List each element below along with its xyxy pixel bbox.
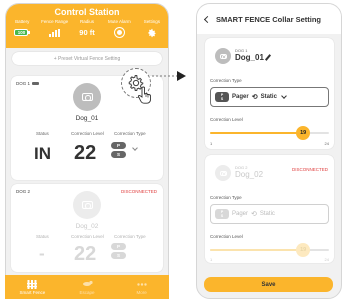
correction-type-select: PS Pager ⟲ Static	[210, 204, 329, 224]
page-title: Control Station	[54, 7, 120, 17]
type-text: Pager	[232, 211, 249, 217]
slider-min: 1	[210, 141, 213, 146]
control-station-screen: Control Station Battery 100 Fence Range	[5, 3, 169, 299]
settings-label: Settings	[143, 19, 160, 24]
fence-range-label: Fence Range	[41, 19, 69, 24]
correction-level-label: Correction Level	[210, 117, 243, 122]
disconnected-badge: DISCONNECTED	[291, 167, 328, 172]
dog-name[interactable]: Dog_01	[235, 53, 271, 62]
status-bar: Battery 100 Fence Range Radius 90 ft Mut…	[6, 19, 168, 38]
swap-icon: ⟲	[251, 94, 258, 101]
slider-fill	[210, 249, 304, 251]
edit-pencil-icon[interactable]	[264, 54, 271, 61]
collar-card: DOG 2 Dog_02 DISCONNECTED Correction Typ…	[205, 155, 334, 263]
chevron-down-icon	[281, 93, 287, 99]
correction-type-label: Correction Type	[210, 78, 242, 83]
settings-stat[interactable]: Settings	[136, 19, 168, 38]
dog-photo[interactable]	[215, 165, 231, 181]
correction-level-slider: 19	[210, 243, 329, 257]
dog-name-text: Dog_02	[235, 170, 264, 179]
dog-name: Dog_02	[235, 170, 263, 179]
camera-icon	[219, 170, 227, 177]
mute-alarm-label: Mute Alarm	[108, 19, 131, 24]
collar-setting-header: SMART FENCE Collar Setting	[197, 4, 341, 34]
type-mode: Static	[260, 94, 277, 100]
camera-icon	[219, 53, 227, 60]
battery-value: 100	[14, 29, 29, 36]
collar-setting-screen: SMART FENCE Collar Setting DOG 1 Dog_01 …	[196, 3, 342, 299]
type-mode: Static	[259, 211, 275, 217]
save-button[interactable]: Save	[204, 277, 333, 292]
slider-thumb[interactable]: 19	[296, 126, 311, 140]
page-title: SMART FENCE Collar Setting	[216, 14, 322, 24]
pager-static-chip-icon: PS	[215, 209, 229, 219]
radius-value: 90 ft	[79, 28, 95, 37]
dog-photo[interactable]	[215, 48, 231, 64]
slider-thumb: 19	[296, 243, 311, 257]
tap-hand-icon	[138, 86, 151, 104]
pager-static-chip-icon: PS	[215, 92, 229, 102]
swap-icon: ⟲	[251, 211, 257, 218]
radius-stat: Radius 90 ft	[71, 19, 103, 38]
signal-bars-icon	[49, 28, 61, 37]
correction-level-slider[interactable]: 19	[210, 126, 329, 140]
slider-max: 24	[324, 257, 329, 262]
collar-card: DOG 1 Dog_01 Correction Type PS Pager ⟲ …	[205, 38, 334, 149]
tutorial-figure: Control Station Battery 100 Fence Range	[0, 0, 346, 302]
correction-type-select[interactable]: PS Pager ⟲ Static	[210, 87, 329, 107]
preset-fence-button[interactable]: + Preset Virtual Fence Setting	[12, 52, 162, 65]
battery-stat: Battery 100	[6, 19, 38, 38]
mute-alarm-icon[interactable]	[114, 28, 124, 37]
radius-label: Radius	[80, 19, 95, 24]
mute-alarm-stat[interactable]: Mute Alarm	[103, 19, 135, 38]
type-text: Pager	[232, 94, 249, 100]
slider-max: 24	[324, 141, 329, 146]
fence-range-stat: Fence Range	[38, 19, 70, 38]
control-station-header: Control Station Battery 100 Fence Range	[6, 4, 168, 48]
slider-fill	[210, 132, 304, 134]
battery-icon: 100	[14, 29, 30, 36]
correction-level-label: Correction Level	[210, 234, 243, 239]
correction-type-label: Correction Type	[210, 195, 242, 200]
battery-label: Battery	[15, 19, 30, 24]
dog-name-text: Dog_01	[235, 53, 264, 62]
back-icon[interactable]	[203, 15, 212, 23]
gear-icon[interactable]	[147, 28, 157, 38]
slider-min: 1	[210, 257, 213, 262]
arrow-right-icon	[152, 71, 186, 81]
